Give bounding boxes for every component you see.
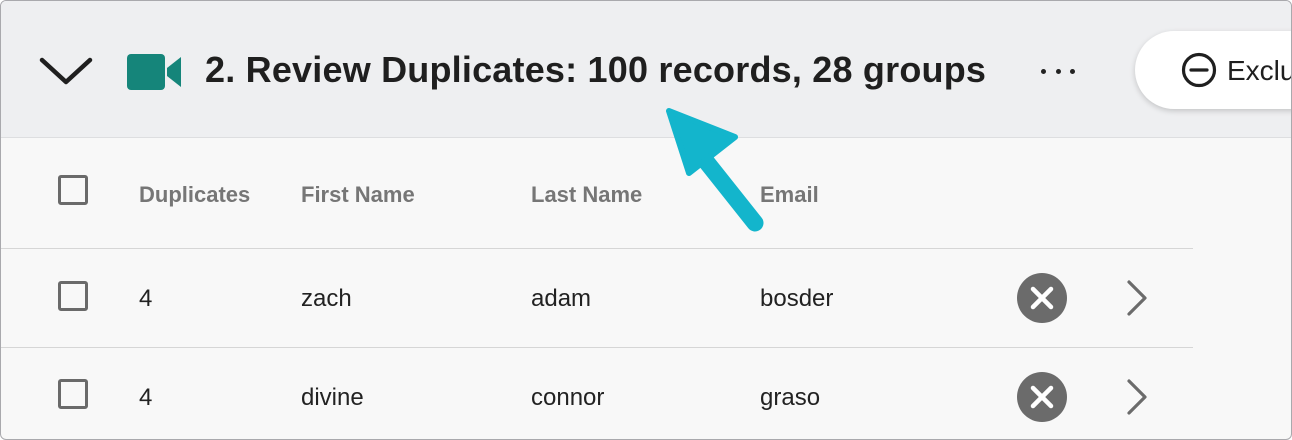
ellipsis-icon-dot bbox=[1055, 68, 1061, 74]
column-header-first-name[interactable]: First Name bbox=[301, 182, 415, 208]
email-cell: bosder bbox=[760, 285, 834, 312]
chevron-down-icon bbox=[39, 57, 93, 85]
section-header: 2. Review Duplicates: 100 records, 28 gr… bbox=[1, 1, 1291, 138]
first-name-cell: zach bbox=[301, 285, 352, 312]
last-name-cell: adam bbox=[531, 285, 592, 312]
ellipsis-icon-dot bbox=[1070, 68, 1075, 74]
review-duplicates-panel: 2. Review Duplicates: 100 records, 28 gr… bbox=[0, 0, 1292, 440]
email-cell: graso bbox=[760, 384, 821, 411]
table-row[interactable]: 4 divine connor graso bbox=[1, 348, 1193, 439]
section-title: 2. Review Duplicates: 100 records, 28 gr… bbox=[205, 49, 987, 90]
duplicates-count-cell: 4 bbox=[139, 285, 153, 312]
exclude-button[interactable]: Exclu bbox=[1135, 31, 1292, 109]
duplicates-count-cell: 4 bbox=[139, 384, 153, 411]
ellipsis-icon-dot bbox=[1041, 68, 1046, 74]
more-options-button[interactable] bbox=[1041, 53, 1075, 89]
chevron-right-icon[interactable] bbox=[1125, 278, 1149, 318]
minus-circle-icon bbox=[1181, 52, 1217, 88]
close-circle-icon[interactable] bbox=[1017, 273, 1067, 323]
exclude-button-label: Exclu bbox=[1227, 55, 1292, 86]
row-checkbox[interactable] bbox=[58, 281, 88, 311]
table-row[interactable]: 4 zach adam bosder bbox=[1, 249, 1193, 348]
column-header-last-name[interactable]: Last Name bbox=[531, 182, 642, 208]
column-header-duplicates[interactable]: Duplicates bbox=[139, 182, 250, 208]
video-camera-icon bbox=[127, 54, 181, 90]
select-all-checkbox[interactable] bbox=[58, 175, 88, 205]
column-header-email[interactable]: Email bbox=[760, 182, 819, 208]
chevron-right-icon[interactable] bbox=[1125, 377, 1149, 417]
last-name-cell: connor bbox=[531, 384, 605, 411]
close-circle-icon[interactable] bbox=[1017, 372, 1067, 422]
first-name-cell: divine bbox=[301, 384, 364, 411]
table-header-row: Duplicates First Name Last Name Email bbox=[1, 138, 1193, 249]
collapse-button[interactable] bbox=[37, 51, 95, 91]
row-checkbox[interactable] bbox=[58, 379, 88, 409]
